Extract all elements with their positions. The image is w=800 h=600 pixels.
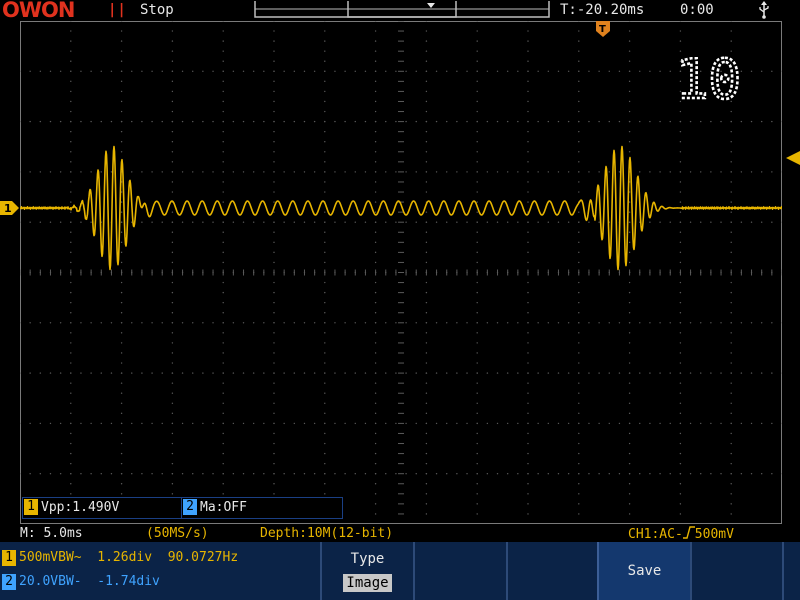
softkey-type-value: Image (343, 574, 392, 592)
waveform-display[interactable] (20, 21, 782, 524)
softkey-2[interactable] (413, 542, 506, 600)
ch1-number: 1 (2, 550, 16, 566)
trigger-level: 500mV (694, 527, 734, 542)
softkey-type-label: Type (350, 551, 385, 567)
ch1-info: 500mVBW~ 1.26div 90.0727Hz (19, 550, 239, 565)
ch2-number: 2 (2, 574, 16, 590)
record-depth: Depth:10M(12-bit) (260, 526, 394, 541)
trigger-position-indicator (427, 3, 435, 8)
ch2-info-row[interactable]: 2 20.0VBW- -1.74div (0, 571, 160, 593)
memory-position-bar[interactable] (254, 0, 550, 18)
ch1-info-row[interactable]: 1 500mVBW~ 1.26div 90.0727Hz (0, 547, 238, 569)
trigger-position-marker[interactable]: T (596, 21, 610, 37)
save-button[interactable]: Save (597, 542, 690, 600)
measurement-ch2-value: Ma:OFF (200, 500, 247, 515)
average-count-display: 10 (676, 52, 742, 104)
ch2-info: 20.0VBW- -1.74div (19, 574, 160, 589)
acquisition-status-row: M: 5.0ms (50MS/s) Depth:10M(12-bit) CH1:… (0, 524, 800, 542)
ch2-badge: 2 (183, 499, 197, 515)
softkey-edge (782, 542, 800, 600)
ch1-marker-label: 1 (4, 202, 12, 215)
pause-icon[interactable]: || (108, 2, 127, 18)
rising-edge-icon (682, 526, 695, 539)
ch1-offset-marker[interactable]: 1 (0, 201, 20, 215)
measurement-ch1-value: Vpp:1.490V (41, 500, 120, 515)
clock: 0:00 (680, 2, 714, 18)
trigger-level-marker[interactable] (784, 151, 800, 165)
softkey-5[interactable] (690, 542, 783, 600)
softkey-3[interactable] (506, 542, 599, 600)
usb-icon (759, 1, 769, 19)
trigger-source: CH1:AC- (628, 527, 683, 542)
owon-logo: OWON (2, 0, 75, 20)
timebase[interactable]: M: 5.0ms (20, 526, 83, 541)
average-count: 10 (676, 52, 741, 104)
trigger-status[interactable]: CH1:AC- 500mV (628, 526, 734, 542)
sample-rate: (50MS/s) (146, 526, 209, 541)
run-status[interactable]: Stop (140, 2, 174, 18)
softkey-type[interactable]: Type Image (320, 542, 413, 600)
top-status-bar: OWON || Stop T:-20.20ms 0:00 (0, 0, 800, 22)
brand-text: OWON (2, 0, 74, 20)
ch1-badge: 1 (24, 499, 38, 515)
measurement-ch2[interactable]: 2 Ma:OFF (181, 497, 343, 519)
svg-text:T: T (599, 24, 606, 35)
save-button-label: Save (627, 563, 662, 579)
horizontal-position: T:-20.20ms (560, 2, 645, 18)
measurement-ch1[interactable]: 1 Vpp:1.490V (22, 497, 182, 519)
